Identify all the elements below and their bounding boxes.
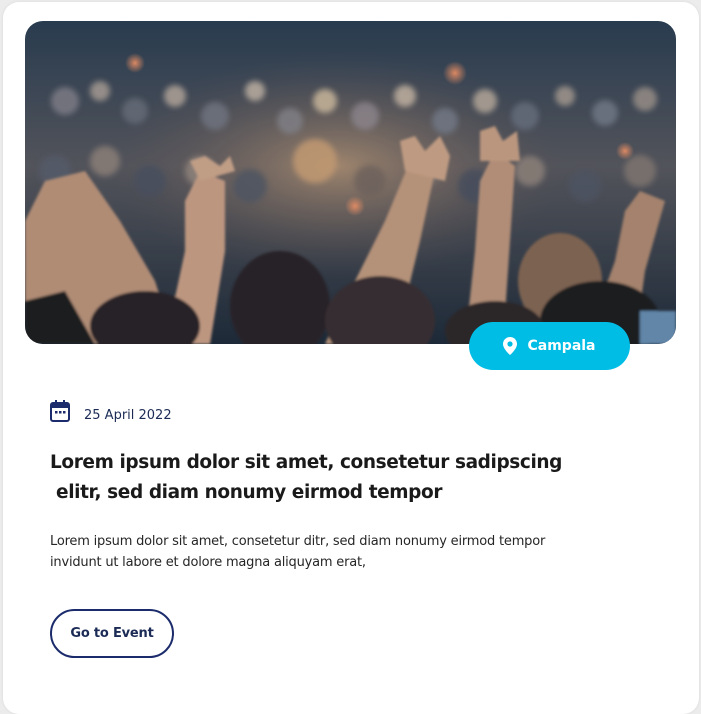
event-title: Lorem ipsum dolor sit amet, consetetur s… bbox=[50, 448, 610, 508]
event-image bbox=[25, 21, 676, 344]
location-label: Campala bbox=[527, 338, 596, 354]
event-title-line: Lorem ipsum dolor sit amet, consetetur s… bbox=[50, 452, 563, 473]
event-description-line: invidunt ut labore et dolore magna aliqu… bbox=[50, 555, 366, 570]
event-date: 25 April 2022 bbox=[50, 400, 172, 426]
event-date-text: 25 April 2022 bbox=[84, 407, 172, 423]
event-card: Campala 25 April 2022 Lorem ipsum dolor … bbox=[3, 2, 699, 714]
go-to-event-button[interactable]: Go to Event bbox=[50, 609, 174, 658]
location-badge[interactable]: Campala bbox=[469, 322, 630, 370]
event-description: Lorem ipsum dolor sit amet, consetetur d… bbox=[50, 531, 620, 573]
calendar-icon bbox=[50, 400, 70, 426]
event-title-line: elitr, sed diam nonumy eirmod tempor bbox=[50, 482, 443, 503]
event-description-line: Lorem ipsum dolor sit amet, consetetur d… bbox=[50, 534, 546, 549]
map-pin-icon bbox=[503, 337, 518, 355]
